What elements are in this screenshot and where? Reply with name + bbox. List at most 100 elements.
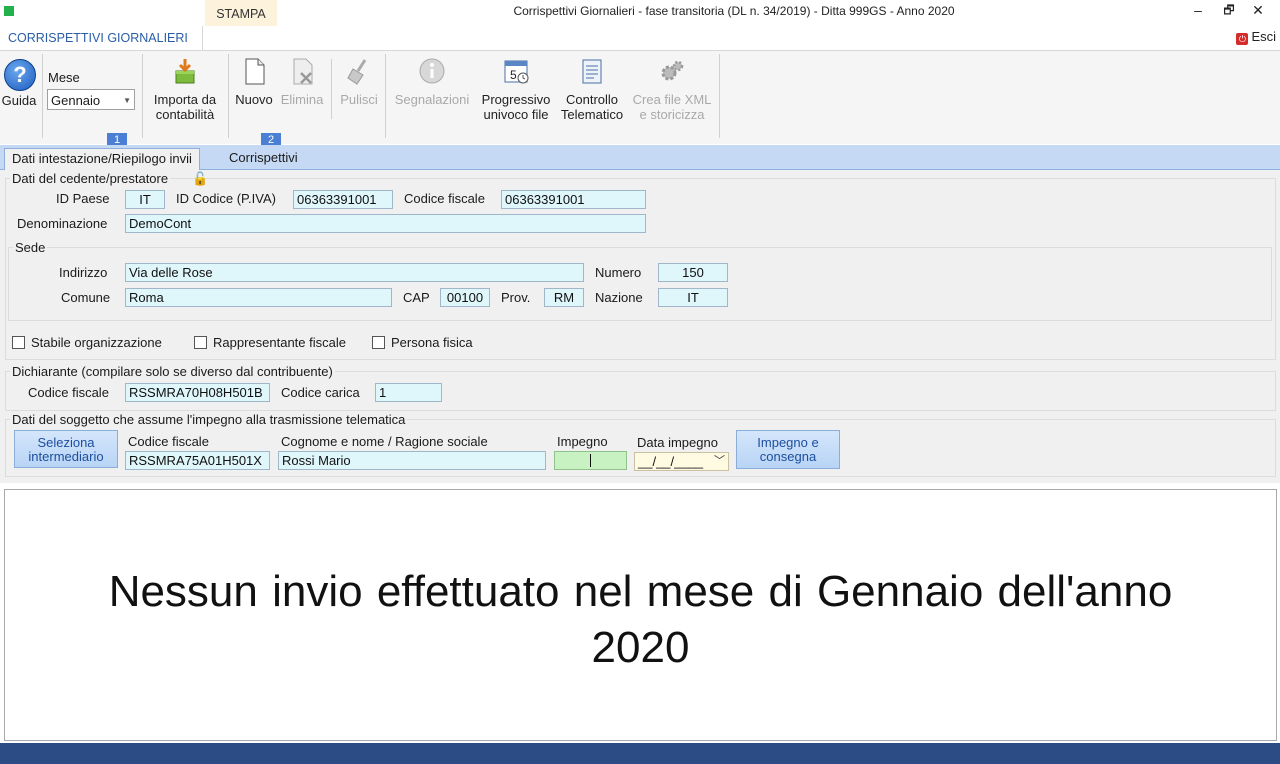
indirizzo-label: Indirizzo (59, 265, 108, 280)
rappresentante-label: Rappresentante fiscale (213, 335, 346, 350)
new-document-icon (245, 58, 265, 85)
minimize-button[interactable]: – (1183, 0, 1213, 24)
elimina-label: Elimina (280, 92, 324, 107)
numero-label: Numero (595, 265, 642, 280)
denominazione-label: Denominazione (17, 216, 108, 231)
persona-checkbox[interactable] (372, 336, 385, 349)
controllo-label-2: Telematico (560, 107, 624, 122)
consegna-label-2: consegna (759, 449, 817, 464)
guida-button[interactable]: ? Guida (0, 51, 38, 108)
segnalazioni-button[interactable]: Segnalazioni (390, 51, 474, 107)
delete-document-icon (293, 58, 313, 85)
imp-codice-fiscale-field[interactable]: RSSMRA75A01H501X (125, 451, 270, 470)
indirizzo-field[interactable]: Via delle Rose (125, 263, 584, 282)
cedente-title: Dati del cedente/prestatore (10, 171, 171, 186)
ribbon-tab-bar: CORRISPETTIVI GIORNALIERI ⏻ Esci (0, 26, 1280, 51)
seleziona-label-2: intermediario (28, 449, 104, 464)
status-bar (0, 743, 1280, 764)
tab-corrispettivi[interactable]: Corrispettivi (222, 148, 305, 169)
dich-codice-fiscale-field[interactable]: RSSMRA70H08H501B (125, 383, 270, 402)
nome-field[interactable]: Rossi Mario (278, 451, 546, 470)
codice-fiscale-field[interactable]: 06363391001 (501, 190, 646, 209)
chevron-down-icon: ﹀ (714, 455, 725, 467)
impegno-consegna-button[interactable]: Impegno e consegna (736, 430, 840, 469)
separator (228, 54, 229, 138)
separator (142, 54, 143, 138)
consegna-label-1: Impegno e (757, 435, 819, 450)
id-paese-field[interactable]: IT (125, 190, 165, 209)
id-codice-label: ID Codice (P.IVA) (176, 191, 276, 206)
denominazione-field[interactable]: DemoCont (125, 214, 646, 233)
codice-carica-field[interactable]: 1 (375, 383, 442, 402)
dichiarante-title: Dichiarante (compilare solo se diverso d… (10, 364, 335, 379)
sede-title: Sede (13, 240, 48, 255)
crea-label-2: e storicizza (639, 107, 705, 122)
prov-label: Prov. (501, 290, 531, 305)
seleziona-intermediario-button[interactable]: Seleziona intermediario (14, 430, 118, 468)
help-icon: ? (4, 59, 36, 91)
nazione-field[interactable]: IT (658, 288, 728, 307)
riepilogo-invii-panel: Nessun invio effettuato nel mese di Genn… (4, 489, 1277, 741)
calendar-icon: 5 (504, 60, 529, 84)
page-tab-strip: Dati intestazione/Riepilogo invii Corris… (0, 145, 1280, 170)
seleziona-label-1: Seleziona (37, 435, 95, 450)
separator (385, 54, 386, 138)
lock-open-icon: 🔓 (192, 171, 209, 186)
svg-text:5: 5 (510, 68, 517, 82)
power-icon: ⏻ (1236, 33, 1249, 45)
comune-label: Comune (61, 290, 111, 305)
tab-corrispettivi-giornalieri[interactable]: CORRISPETTIVI GIORNALIERI (0, 26, 203, 50)
nuovo-button[interactable]: Nuovo (232, 51, 276, 107)
data-impegno-value: __/__/____ (638, 454, 704, 469)
restore-button[interactable]: 🗗 (1214, 0, 1244, 24)
text-cursor (590, 454, 591, 467)
info-icon (419, 58, 445, 84)
cap-field[interactable]: 00100 (440, 288, 490, 307)
tab-dati-intestazione[interactable]: Dati intestazione/Riepilogo invii (4, 148, 200, 170)
guida-label: Guida (1, 93, 37, 108)
progressivo-button[interactable]: 5 Progressivo univoco file (477, 51, 555, 122)
numero-field[interactable]: 150 (658, 263, 728, 282)
impegno-label: Impegno (557, 434, 608, 449)
pulisci-label: Pulisci (340, 92, 378, 107)
title-bar: Corrispettivi Giornalieri - fase transit… (0, 0, 1280, 26)
data-impegno-field[interactable]: __/__/____ ﹀ (634, 452, 729, 471)
controllo-button[interactable]: Controllo Telematico (557, 51, 627, 122)
exit-button[interactable]: ⏻ Esci (1236, 29, 1276, 45)
progressivo-label-2: univoco file (483, 107, 549, 122)
segnalazioni-label: Segnalazioni (394, 92, 470, 107)
window-title: Corrispettivi Giornalieri - fase transit… (513, 4, 955, 18)
gears-icon (661, 60, 684, 81)
rappresentante-checkbox[interactable] (194, 336, 207, 349)
dich-codice-fiscale-label: Codice fiscale (28, 385, 109, 400)
stabile-checkbox[interactable] (12, 336, 25, 349)
comune-field[interactable]: Roma (125, 288, 392, 307)
stabile-label: Stabile organizzazione (31, 335, 162, 350)
data-impegno-label: Data impegno (637, 435, 718, 450)
impegno-field[interactable] (554, 451, 627, 470)
id-codice-field[interactable]: 06363391001 (293, 190, 393, 209)
separator (331, 59, 332, 119)
import-icon (175, 59, 195, 84)
elimina-button[interactable]: Elimina (278, 51, 326, 107)
crea-xml-button[interactable]: Crea file XML e storicizza (629, 51, 715, 122)
controllo-label-1: Controllo (565, 92, 619, 107)
nazione-label: Nazione (595, 290, 643, 305)
ribbon-toolbar: ? Guida Mese Gennaio ▼ Importa da contab… (0, 51, 1280, 144)
separator (42, 54, 43, 138)
crea-label-1: Crea file XML (632, 92, 712, 107)
persona-label: Persona fisica (391, 335, 473, 350)
progressivo-label-1: Progressivo (481, 92, 551, 107)
separator (719, 54, 720, 138)
close-button[interactable]: ✕ (1243, 0, 1273, 24)
pulisci-button[interactable]: Pulisci (336, 51, 382, 107)
mese-select[interactable]: Gennaio ▼ (47, 89, 135, 110)
broom-icon (347, 59, 367, 85)
message-line-1: Nessun invio effettuato nel mese di Genn… (108, 567, 1173, 616)
chevron-down-icon: ▼ (123, 96, 131, 105)
importa-label-2: contabilità (155, 107, 215, 122)
exit-label: Esci (1251, 29, 1276, 44)
importa-button[interactable]: Importa da contabilità (146, 51, 224, 122)
tab-stampa[interactable]: STAMPA (205, 0, 277, 26)
prov-field[interactable]: RM (544, 288, 584, 307)
